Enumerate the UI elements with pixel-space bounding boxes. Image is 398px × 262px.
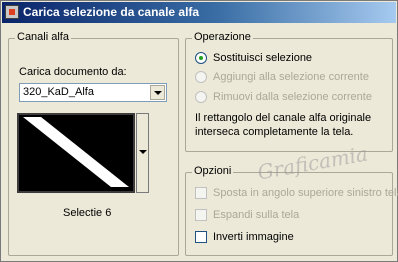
selection-preview-image <box>19 115 133 191</box>
checkbox[interactable] <box>195 231 207 243</box>
title-bar[interactable]: Carica selezione da canale alfa <box>2 2 396 23</box>
radio-label: Sostituisci selezione <box>213 52 313 64</box>
checkbox-label: Sposta in angolo superiore sinistro tela <box>213 187 398 199</box>
document-select-value: 320_KaD_Alfa <box>23 86 94 98</box>
operation-legend: Operazione <box>192 31 253 43</box>
alpha-channels-legend: Canali alfa <box>15 31 71 43</box>
chevron-down-icon <box>154 91 162 95</box>
checkbox-label: Espandi sulla tela <box>213 209 300 221</box>
checkbox[interactable] <box>195 209 207 221</box>
alpha-channels-group: Canali alfa Carica documento da: 320_KaD… <box>8 31 179 256</box>
options-legend: Opzioni <box>192 165 234 177</box>
info-text-line2: interseca completamente la tela. <box>195 126 354 138</box>
operation-group: Operazione Sostituisci selezione Aggiung… <box>185 31 393 152</box>
radio-label: Aggiungi alla selezione corrente <box>213 71 369 83</box>
options-group: Opzioni Sposta in angolo superiore sinis… <box>185 165 398 256</box>
dropdown-button[interactable] <box>150 85 165 100</box>
info-text-line1: Il rettangolo del canale alfa originale <box>195 112 372 124</box>
document-select[interactable]: 320_KaD_Alfa <box>19 83 167 102</box>
radio-button[interactable] <box>195 52 207 64</box>
radio-button[interactable] <box>195 91 207 103</box>
checkbox-label: Inverti immagine <box>213 231 294 243</box>
chevron-down-icon <box>139 150 147 154</box>
radio-button[interactable] <box>195 71 207 83</box>
preview-dropdown-button[interactable] <box>136 113 149 193</box>
alpha-channel-preview[interactable] <box>17 113 135 193</box>
radio-label: Rimuovi dalla selezione corrente <box>213 91 372 103</box>
window-title: Carica selezione da canale alfa <box>23 5 200 19</box>
checkbox[interactable] <box>195 187 207 199</box>
load-document-label: Carica documento da: <box>19 66 127 78</box>
preview-caption: Selectie 6 <box>63 207 112 219</box>
app-icon <box>5 5 19 19</box>
radio-dot <box>199 56 203 60</box>
dialog-window: Carica selezione da canale alfa Canali a… <box>0 0 398 262</box>
